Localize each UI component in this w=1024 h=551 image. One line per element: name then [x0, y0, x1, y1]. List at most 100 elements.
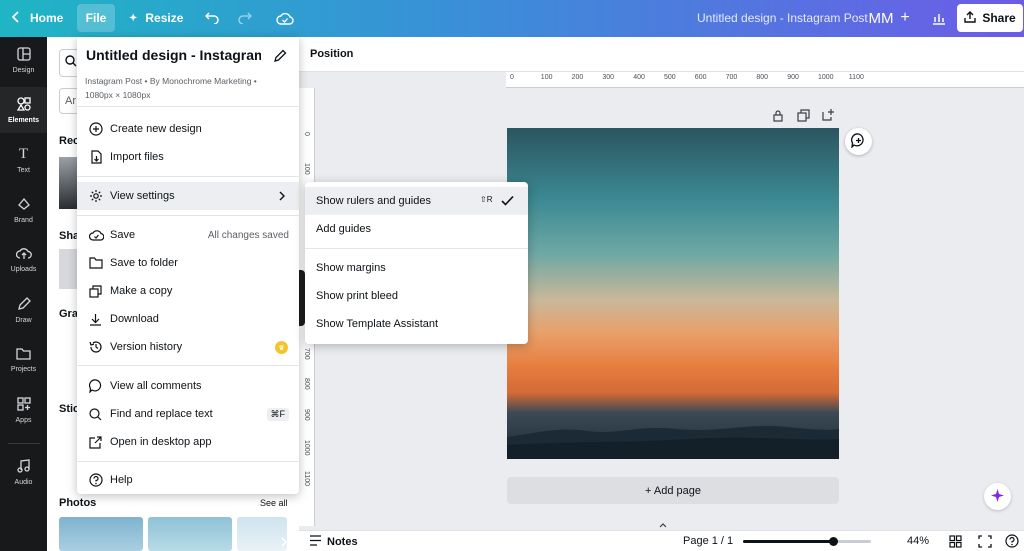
menu-divider [77, 176, 299, 177]
submenu-item-show-rulers[interactable]: Show rulers and guides ⇧R [305, 187, 528, 215]
submenu-item-label: Show rulers and guides [316, 195, 431, 207]
menu-item-make-copy[interactable]: Make a copy [77, 277, 299, 305]
rail-item-audio[interactable]: Audio [0, 449, 47, 495]
submenu-item-show-margins[interactable]: Show margins [305, 254, 528, 282]
category-chip-label: Ar [65, 95, 76, 107]
page-indicator[interactable]: Page 1 / 1 [683, 535, 733, 547]
file-menu-button[interactable]: File [77, 4, 115, 32]
ruler-tick-label: 500 [664, 74, 676, 81]
panel-collapse-handle[interactable] [299, 270, 305, 326]
notes-icon [309, 535, 322, 549]
rail-item-uploads[interactable]: Uploads [0, 237, 47, 283]
add-comment-button[interactable] [845, 128, 872, 155]
rail-item-brand[interactable]: Brand [0, 187, 47, 233]
cloud-saved-icon[interactable] [271, 4, 299, 32]
shape-thumb[interactable] [59, 249, 77, 289]
analytics-icon[interactable] [925, 4, 953, 32]
rail-item-elements[interactable]: Elements [0, 87, 47, 133]
magic-assistant-button[interactable] [984, 483, 1011, 510]
position-button[interactable]: Position [310, 48, 353, 60]
submenu-item-label: Show print bleed [316, 290, 398, 302]
menu-item-view-comments[interactable]: View all comments [77, 372, 299, 400]
notes-button[interactable]: Notes [309, 535, 358, 549]
menu-item-save-to-folder[interactable]: Save to folder [77, 249, 299, 277]
ruler-tick-label: 400 [633, 74, 645, 81]
history-icon [89, 340, 110, 354]
fullscreen-icon[interactable] [978, 535, 992, 551]
rail-item-draw[interactable]: Draw [0, 287, 47, 333]
ruler-tick-label: 0 [303, 132, 310, 136]
ruler-tick-label: 800 [303, 378, 310, 391]
edit-title-icon[interactable] [274, 49, 287, 65]
menu-item-create-new[interactable]: Create new design [77, 115, 299, 143]
menu-divider [77, 461, 299, 462]
share-label: Share [982, 11, 1016, 25]
recent-thumb[interactable] [59, 157, 77, 209]
zoom-value[interactable]: 44% [907, 535, 929, 547]
grid-view-icon[interactable] [949, 535, 962, 551]
menu-item-help[interactable]: Help [77, 466, 299, 494]
rail-item-text[interactable]: T Text [0, 137, 47, 183]
meta-line: 1080px × 1080px [85, 90, 151, 100]
search-icon [89, 407, 110, 421]
chevron-left-icon [11, 10, 20, 26]
sparkle-icon: ✦ [129, 12, 138, 24]
external-link-icon [89, 435, 110, 449]
menu-item-version-history[interactable]: Version history ♛ [77, 333, 299, 361]
upload-icon [964, 10, 977, 26]
ruler-tick-label: 700 [725, 74, 738, 81]
rail-item-apps[interactable]: Apps [0, 387, 47, 433]
meta-line: Instagram Post • By Monochrome Marketing… [85, 76, 257, 86]
rail-label: Brand [14, 216, 33, 224]
menu-item-label: View all comments [110, 380, 202, 392]
rail-item-projects[interactable]: Projects [0, 337, 47, 383]
submenu-item-show-print-bleed[interactable]: Show print bleed [305, 282, 528, 310]
design-title[interactable]: Untitled design - Instagram Post [697, 11, 868, 25]
add-collaborator-icon[interactable]: + [891, 4, 919, 32]
submenu-item-show-template-assistant[interactable]: Show Template Assistant [305, 310, 528, 338]
photo-thumb[interactable] [148, 517, 232, 551]
add-page-button[interactable]: + Add page [507, 477, 839, 504]
shortcut-badge: ⌘F [266, 407, 289, 421]
see-all-link[interactable]: See all [260, 498, 288, 508]
menu-item-save[interactable]: Save All changes saved [77, 221, 299, 249]
share-button[interactable]: Share [957, 4, 1023, 32]
bottom-bar: Notes Page 1 / 1 44% [299, 530, 1024, 551]
layout-icon [16, 46, 31, 63]
menu-item-view-settings[interactable]: View settings [77, 182, 299, 210]
help-circle-icon[interactable] [1005, 534, 1019, 551]
design-canvas[interactable] [507, 128, 839, 459]
lock-icon[interactable] [772, 109, 784, 125]
menu-item-download[interactable]: Download [77, 305, 299, 333]
ruler-tick-label: 1100 [303, 470, 310, 486]
menu-design-title[interactable]: Untitled design - Instagram Post [86, 47, 261, 63]
menu-item-label: Make a copy [110, 285, 173, 297]
menu-item-find-replace[interactable]: Find and replace text ⌘F [77, 400, 299, 428]
text-icon: T [18, 146, 29, 162]
ruler-tick-label: 200 [571, 74, 584, 81]
submenu-item-add-guides[interactable]: Add guides [305, 215, 528, 243]
scroll-right-button[interactable] [277, 536, 291, 550]
collapse-pages-button[interactable] [655, 518, 671, 530]
duplicate-icon[interactable] [797, 109, 810, 125]
menu-item-import-files[interactable]: Import files [77, 143, 299, 171]
home-button[interactable]: Home [2, 4, 73, 32]
shortcut-badge: ⇧R [476, 194, 497, 205]
undo-icon[interactable] [198, 4, 226, 32]
gear-icon [89, 189, 110, 203]
add-page-icon[interactable] [822, 108, 835, 124]
redo-icon[interactable] [230, 4, 258, 32]
zoom-slider[interactable] [743, 537, 871, 546]
ruler-tick-label: 700 [303, 347, 310, 360]
rail-label: Text [17, 167, 30, 174]
notes-label: Notes [327, 536, 358, 548]
zoom-slider-handle[interactable] [829, 537, 839, 546]
rail-item-design[interactable]: Design [0, 37, 47, 83]
resize-button[interactable]: ✦ Resize [119, 4, 193, 32]
save-status: All changes saved [207, 229, 289, 241]
comment-plus-icon [851, 132, 866, 151]
menu-item-open-desktop[interactable]: Open in desktop app [77, 428, 299, 456]
photo-thumb[interactable] [59, 517, 143, 551]
photos-heading: Photos [59, 497, 97, 509]
music-icon [17, 458, 30, 475]
